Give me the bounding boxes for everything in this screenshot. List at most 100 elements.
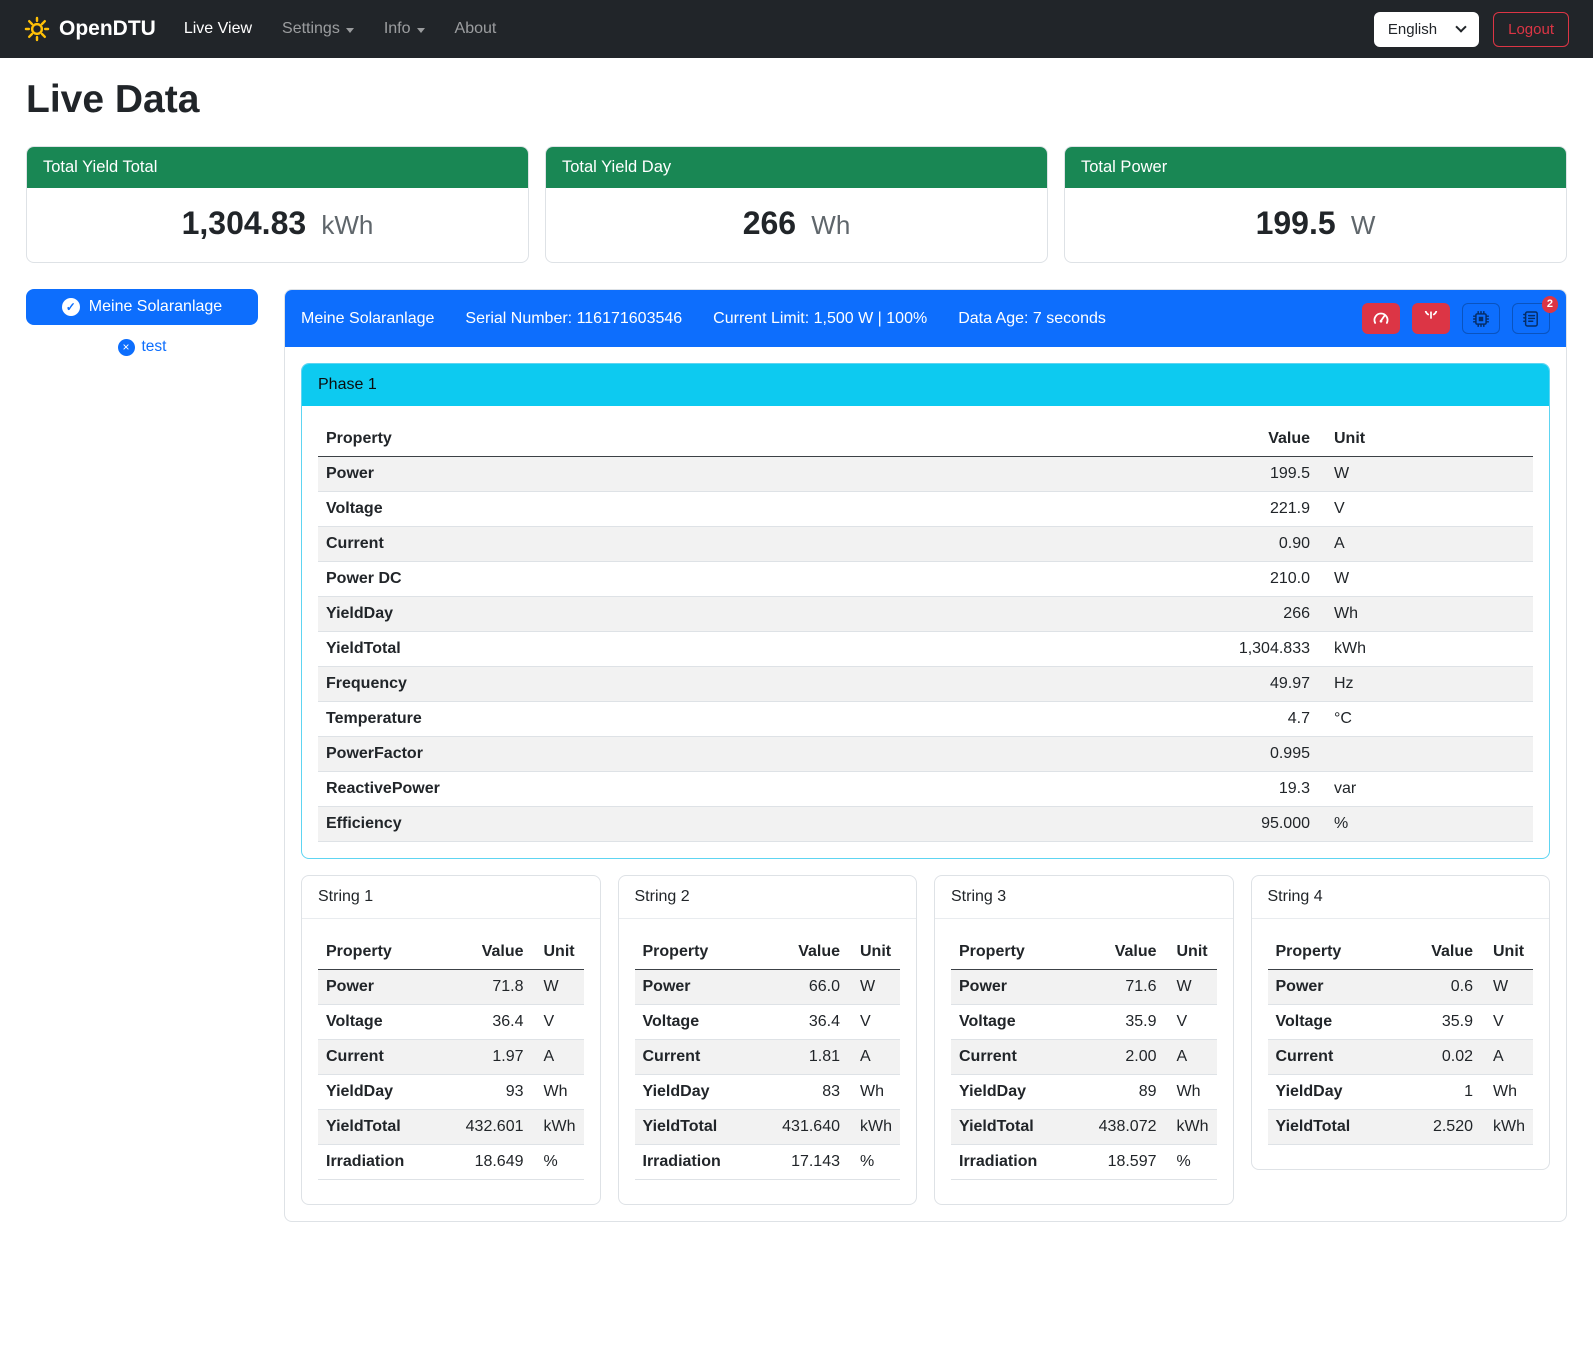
table-row: Efficiency 95.000 %: [318, 807, 1533, 842]
value-cell: 199.5: [1188, 457, 1318, 492]
table-row: Voltage 36.4 V: [318, 1005, 584, 1040]
table-row: Power 0.6 W: [1268, 970, 1534, 1005]
value-cell: 35.9: [1091, 1005, 1165, 1040]
string-card: String 4 Property Value Unit Power 0.6 W…: [1251, 875, 1551, 1170]
table-header-row: Property Value Unit: [318, 935, 584, 970]
unit-cell: kWh: [1318, 632, 1533, 667]
value-cell: 1.81: [774, 1040, 848, 1075]
table-row: Irradiation 18.597 %: [951, 1145, 1217, 1180]
value-cell: 95.000: [1188, 807, 1318, 842]
unit-cell: V: [1318, 492, 1533, 527]
string-card: String 3 Property Value Unit Power 71.6 …: [934, 875, 1234, 1205]
sun-logo-icon: [24, 16, 50, 42]
brand[interactable]: OpenDTU: [24, 16, 156, 42]
table-row: ReactivePower 19.3 var: [318, 772, 1533, 807]
table-row: YieldDay 93 Wh: [318, 1075, 584, 1110]
event-count-badge: 2: [1542, 296, 1558, 313]
event-log-button[interactable]: 2: [1512, 303, 1550, 334]
property-cell: ReactivePower: [318, 772, 1188, 807]
column-header-value: Value: [1411, 935, 1481, 970]
table-row: Current 1.81 A: [635, 1040, 901, 1075]
property-cell: Current: [318, 1040, 458, 1075]
value-cell: 0.02: [1411, 1040, 1481, 1075]
unit-cell: W: [1165, 970, 1217, 1005]
table-row: Power DC 210.0 W: [318, 562, 1533, 597]
property-cell: PowerFactor: [318, 737, 1188, 772]
value-cell: 17.143: [774, 1145, 848, 1180]
table-row: YieldTotal 438.072 kWh: [951, 1110, 1217, 1145]
table-row: Voltage 35.9 V: [1268, 1005, 1534, 1040]
journal-icon: [1522, 310, 1540, 328]
value-cell: 71.8: [458, 970, 532, 1005]
power-button[interactable]: [1412, 303, 1450, 334]
nav-item-label: About: [455, 20, 497, 38]
nav-item-about[interactable]: About: [441, 14, 511, 44]
table-row: YieldDay 83 Wh: [635, 1075, 901, 1110]
column-header-unit: Unit: [1318, 422, 1533, 457]
unit-cell: W: [848, 970, 900, 1005]
property-cell: Irradiation: [635, 1145, 775, 1180]
summary-card-title: Total Power: [1065, 147, 1566, 188]
unit-cell: %: [1318, 807, 1533, 842]
sidebar-inverter-selected-button[interactable]: ✓ Meine Solaranlage: [26, 289, 258, 325]
unit-cell: A: [1481, 1040, 1533, 1075]
property-cell: Current: [635, 1040, 775, 1075]
property-cell: YieldDay: [1268, 1075, 1412, 1110]
table-row: Power 199.5 W: [318, 457, 1533, 492]
property-cell: YieldTotal: [318, 1110, 458, 1145]
unit-cell: %: [848, 1145, 900, 1180]
unit-cell: Wh: [1165, 1075, 1217, 1110]
table-row: Current 0.90 A: [318, 527, 1533, 562]
value-cell: 432.601: [458, 1110, 532, 1145]
unit-cell: Wh: [532, 1075, 584, 1110]
nav-item-live-view[interactable]: Live View: [170, 14, 266, 44]
unit-cell: W: [1318, 562, 1533, 597]
property-cell: Efficiency: [318, 807, 1188, 842]
table-row: Current 1.97 A: [318, 1040, 584, 1075]
unit-cell: W: [1481, 970, 1533, 1005]
summary-card: Total Yield Day 266 Wh: [545, 146, 1048, 263]
unit-cell: V: [848, 1005, 900, 1040]
nav-item-settings[interactable]: Settings: [268, 14, 368, 44]
device-info-button[interactable]: [1462, 303, 1500, 334]
summary-card: Total Power 199.5 W: [1064, 146, 1567, 263]
string-card-title: String 3: [935, 876, 1233, 919]
inverter-data-age: Data Age: 7 seconds: [958, 310, 1106, 328]
value-cell: 19.3: [1188, 772, 1318, 807]
property-cell: Power: [951, 970, 1091, 1005]
sidebar-inverter-item[interactable]: × test: [26, 338, 258, 356]
inverter-current-limit: Current Limit: 1,500 W | 100%: [713, 310, 927, 328]
unit-cell: Hz: [1318, 667, 1533, 702]
property-cell: Power: [635, 970, 775, 1005]
summary-card: Total Yield Total 1,304.83 kWh: [26, 146, 529, 263]
property-cell: Power: [318, 457, 1188, 492]
column-header-property: Property: [635, 935, 775, 970]
logout-button[interactable]: Logout: [1493, 12, 1569, 47]
column-header-value: Value: [774, 935, 848, 970]
inverter-card: Meine Solaranlage Serial Number: 1161716…: [284, 289, 1567, 1222]
value-cell: 49.97: [1188, 667, 1318, 702]
property-cell: YieldTotal: [1268, 1110, 1412, 1145]
summary-card-value: 199.5: [1256, 205, 1336, 241]
gauge-icon: [1372, 310, 1390, 328]
unit-cell: var: [1318, 772, 1533, 807]
value-cell: 1: [1411, 1075, 1481, 1110]
value-cell: 266: [1188, 597, 1318, 632]
value-cell: 0.6: [1411, 970, 1481, 1005]
inverter-name-label: test: [142, 338, 167, 356]
string-table: Property Value Unit Power 71.8 W Voltage…: [318, 935, 584, 1180]
language-select[interactable]: English: [1374, 12, 1479, 47]
nav-item-label: Live View: [184, 20, 252, 38]
nav-item-label: Info: [384, 20, 411, 38]
value-cell: 1.97: [458, 1040, 532, 1075]
phase-card-title: Phase 1: [302, 364, 1549, 406]
summary-card-value: 1,304.83: [182, 205, 307, 241]
nav-item-info[interactable]: Info: [370, 14, 439, 44]
table-row: Voltage 221.9 V: [318, 492, 1533, 527]
power-icon: [1423, 311, 1439, 327]
limit-settings-button[interactable]: [1362, 303, 1400, 334]
value-cell: 18.597: [1091, 1145, 1165, 1180]
table-row: Voltage 36.4 V: [635, 1005, 901, 1040]
brand-label: OpenDTU: [59, 17, 156, 41]
summary-card-value: 266: [743, 205, 796, 241]
